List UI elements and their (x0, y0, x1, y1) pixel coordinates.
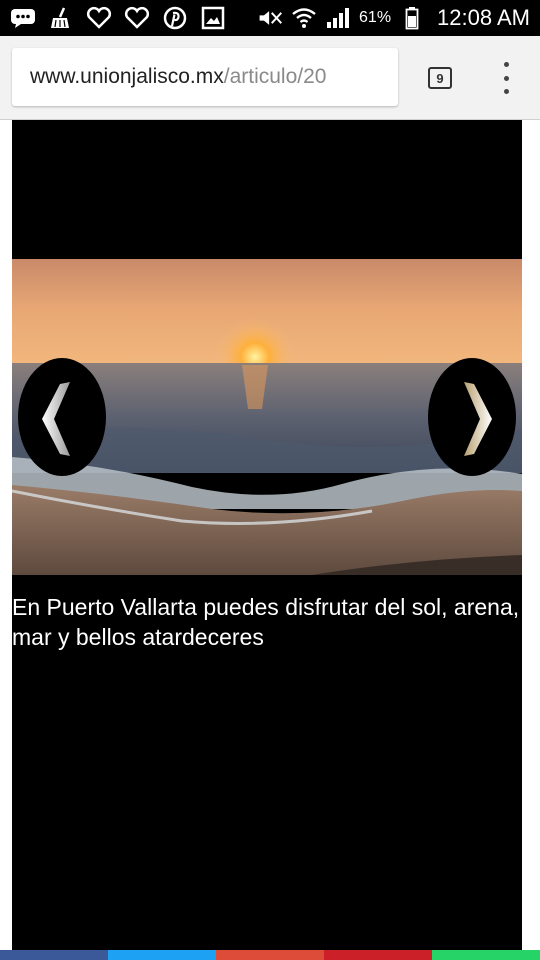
heart-icon (124, 6, 150, 30)
notification-icons (10, 6, 226, 30)
mute-icon (257, 6, 283, 30)
clock: 12:08 AM (437, 5, 530, 30)
tab-switcher-button[interactable]: 9 (428, 67, 452, 89)
next-slide-button[interactable] (428, 358, 516, 476)
whatsapp-share-button[interactable] (432, 950, 540, 960)
chevron-left-icon (42, 382, 70, 456)
system-icons: 61% 12:08 AM (257, 5, 530, 31)
menu-dot-icon (503, 62, 509, 67)
image-caption: En Puerto Vallarta puedes disfrutar del … (12, 594, 520, 650)
menu-dot-icon (503, 89, 509, 94)
address-bar[interactable]: www.unionjalisco.mx/articulo/20 (12, 48, 398, 106)
facebook-share-button[interactable] (0, 950, 108, 960)
heart-icon (86, 6, 112, 30)
menu-dot-icon (503, 75, 509, 81)
share-bar (0, 950, 540, 960)
url-path: /articulo/20 (223, 65, 327, 88)
google-share-button[interactable] (216, 950, 324, 960)
signal-icon (325, 6, 351, 30)
previous-slide-button[interactable] (18, 358, 106, 476)
twitter-share-button[interactable] (108, 950, 216, 960)
battery-percentage: 61% (359, 9, 392, 26)
pinterest-icon (162, 6, 188, 30)
overflow-menu-button[interactable] (494, 62, 518, 94)
messages-icon (10, 6, 36, 30)
chevron-right-icon (464, 382, 492, 456)
url-domain: www.unionjalisco.mx (30, 65, 224, 88)
cleaner-icon (48, 6, 74, 30)
browser-toolbar: www.unionjalisco.mx/articulo/20 9 (0, 36, 540, 120)
gallery-icon (200, 6, 226, 30)
tab-count: 9 (436, 70, 444, 86)
page-content: En Puerto Vallarta puedes disfrutar del … (0, 120, 540, 960)
photo-gallery: En Puerto Vallarta puedes disfrutar del … (12, 120, 522, 950)
status-bar: 61% 12:08 AM (0, 0, 540, 36)
wifi-icon (291, 6, 317, 30)
pinterest-share-button[interactable] (324, 950, 432, 960)
battery-icon (399, 6, 425, 30)
